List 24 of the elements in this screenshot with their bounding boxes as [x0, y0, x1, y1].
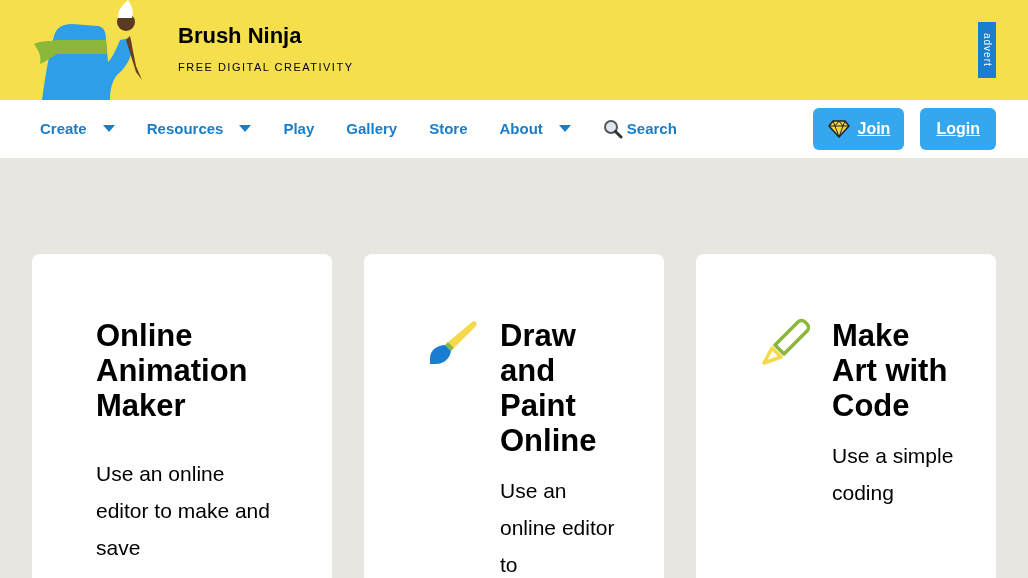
nav-link[interactable]: About — [499, 117, 571, 141]
pencil-icon — [760, 318, 810, 368]
caret-icon — [102, 125, 115, 133]
nav-link[interactable]: Resources — [146, 117, 252, 141]
search-icon — [602, 119, 623, 139]
join-button[interactable]: Join — [813, 108, 905, 150]
advert-tab[interactable]: advert — [978, 22, 996, 78]
card-title: Online Animation Maker — [96, 318, 249, 423]
nav-link[interactable]: Create — [40, 117, 115, 141]
card-title: Draw and Paint Online — [500, 318, 598, 458]
card-description: Use a simple coding — [832, 443, 955, 506]
caret-icon — [558, 125, 571, 133]
nav-link[interactable]: Play — [283, 117, 315, 141]
site-title[interactable]: Brush Ninja — [178, 24, 354, 47]
diamond-icon — [827, 120, 850, 138]
nav-link[interactable]: Store — [429, 117, 468, 141]
card-description: Use an online editor to — [500, 478, 616, 578]
card-description: Use an online editor to make and save — [96, 461, 271, 561]
nav-link[interactable]: Gallery — [346, 117, 398, 141]
login-button[interactable]: Login — [920, 108, 996, 150]
nav-link[interactable]: Search — [602, 117, 677, 141]
site-tagline: FREE DIGITAL CREATIVITY — [178, 59, 354, 75]
caret-icon — [239, 125, 252, 133]
card-title: Make Art with Code — [832, 318, 949, 423]
